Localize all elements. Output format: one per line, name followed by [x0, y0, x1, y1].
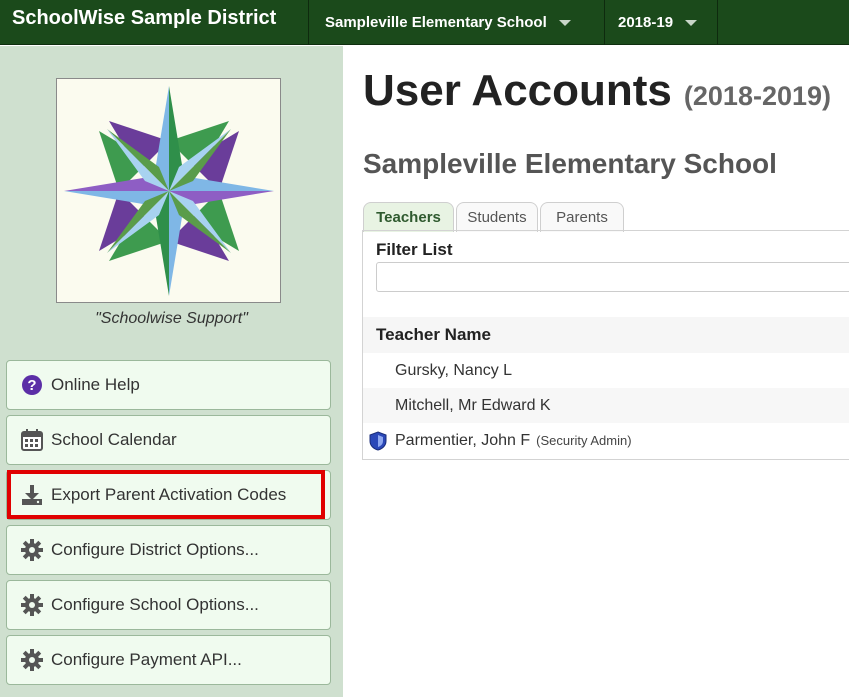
navbar-divider	[717, 0, 718, 45]
navbar-divider	[308, 0, 309, 45]
top-navbar: SchoolWise Sample District Sampleville E…	[0, 0, 849, 45]
configure-district-options-button[interactable]: Configure District Options...	[6, 525, 331, 575]
configure-payment-api-label: Configure Payment API...	[51, 650, 242, 669]
gear-icon	[20, 648, 44, 672]
page-title-text: User Accounts	[363, 66, 672, 115]
star-logo-icon	[64, 86, 274, 296]
download-icon	[20, 483, 44, 507]
navbar-divider	[604, 0, 605, 45]
security-admin-badge: (Security Admin)	[536, 433, 632, 448]
teacher-name-column-header[interactable]: Teacher Name	[363, 317, 849, 353]
main-content: User Accounts (2018-2019) Sampleville Ele…	[343, 46, 849, 697]
table-row[interactable]: Parmentier, John F (Security Admin)	[363, 423, 849, 458]
online-help-label: Online Help	[51, 375, 140, 394]
question-circle-icon: ?	[20, 373, 44, 397]
configure-school-options-button[interactable]: Configure School Options...	[6, 580, 331, 630]
school-selector-label: Sampleville Elementary School	[325, 14, 547, 31]
gear-icon	[20, 593, 44, 617]
sidebar: "Schoolwise Support" ? Online Help Schoo…	[0, 46, 343, 697]
export-parent-activation-codes-label: Export Parent Activation Codes	[51, 485, 287, 504]
school-calendar-button[interactable]: School Calendar	[6, 415, 331, 465]
year-selector-label: 2018-19	[618, 14, 674, 31]
teacher-name: Parmentier, John F	[395, 431, 531, 449]
calendar-icon	[20, 428, 44, 452]
shield-icon	[369, 430, 387, 451]
teacher-name: Mitchell, Mr Edward K	[395, 396, 551, 414]
teacher-name: Gursky, Nancy L	[395, 361, 513, 379]
page-title: User Accounts (2018-2019)	[363, 66, 831, 116]
chevron-down-icon	[685, 19, 698, 26]
chevron-down-icon	[558, 19, 571, 26]
tab-parents[interactable]: Parents	[540, 202, 624, 232]
logo-caption: "Schoolwise Support"	[95, 310, 248, 327]
gear-icon	[20, 538, 44, 562]
online-help-button[interactable]: ? Online Help	[6, 360, 331, 410]
school-selector[interactable]: Sampleville Elementary School	[325, 0, 571, 45]
configure-payment-api-button[interactable]: Configure Payment API...	[6, 635, 331, 685]
svg-text:?: ?	[27, 377, 36, 394]
page-year: (2018-2019)	[683, 81, 832, 111]
district-brand[interactable]: SchoolWise Sample District	[12, 7, 276, 30]
filter-label: Filter List	[376, 240, 453, 259]
school-calendar-label: School Calendar	[51, 430, 177, 449]
configure-district-options-label: Configure District Options...	[51, 540, 259, 559]
schoolwise-logo	[56, 78, 281, 303]
school-heading: Sampleville Elementary School	[363, 148, 777, 179]
table-row[interactable]: Mitchell, Mr Edward K	[363, 388, 849, 423]
teachers-panel: Filter List Teacher Name Gursky, Nancy L…	[362, 230, 849, 460]
filter-input[interactable]	[376, 262, 849, 292]
tab-teachers[interactable]: Teachers	[363, 202, 454, 232]
year-selector[interactable]: 2018-19	[618, 0, 698, 45]
configure-school-options-label: Configure School Options...	[51, 595, 259, 614]
export-parent-activation-codes-button[interactable]: Export Parent Activation Codes	[6, 470, 331, 520]
table-row[interactable]: Gursky, Nancy L	[363, 353, 849, 388]
tab-students[interactable]: Students	[456, 202, 538, 232]
